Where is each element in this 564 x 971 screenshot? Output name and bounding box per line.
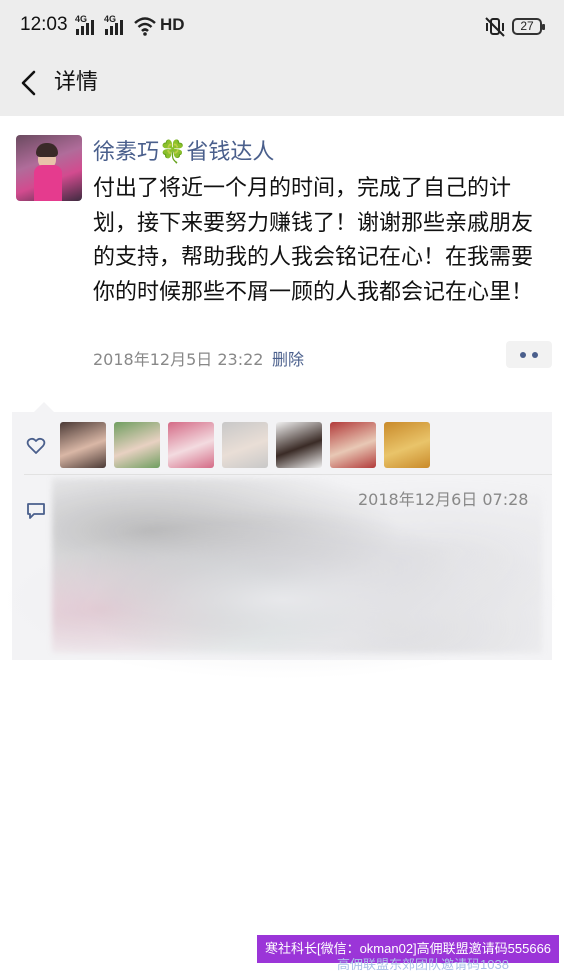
status-time: 12:03 (20, 14, 68, 35)
nav-bar: 详情 (0, 54, 564, 116)
post-username[interactable]: 徐素巧🍀省钱达人 (93, 134, 274, 166)
vibrate-mute-icon (485, 17, 505, 37)
divider (24, 474, 552, 475)
delete-button[interactable]: 删除 (272, 346, 304, 370)
back-arrow-icon[interactable] (16, 68, 46, 98)
liker-avatar[interactable] (276, 422, 322, 468)
battery-icon: 27 (512, 18, 545, 35)
signal-bars-icon (105, 20, 123, 35)
comment-timestamp: 2018年12月6日 07:28 (358, 490, 529, 509)
dot-icon (532, 352, 538, 358)
watermark-banner-secondary: 高佣联盟东郊团队邀请码1038 (337, 958, 509, 971)
page-title: 详情 (54, 70, 99, 95)
avatar[interactable] (16, 135, 82, 201)
liker-avatar[interactable] (114, 422, 160, 468)
heart-icon (26, 437, 46, 454)
hd-indicator: HD (160, 15, 185, 34)
post-timestamp: 2018年12月5日 23:22 (93, 350, 264, 369)
post-content: 付出了将近一个月的时间，完成了自己的计划，接下来要努力赚钱了！谢谢那些亲戚朋友的… (93, 176, 534, 305)
liker-avatar[interactable] (168, 422, 214, 468)
more-options-button[interactable] (506, 341, 552, 368)
comment-icon (27, 503, 45, 519)
dot-icon (520, 352, 526, 358)
liker-avatar[interactable] (222, 422, 268, 468)
liker-avatar[interactable] (384, 422, 430, 468)
status-bar: 12:03 4G 4G HD 27 (0, 0, 564, 54)
signal-bars-icon (76, 20, 94, 35)
liker-avatar[interactable] (330, 422, 376, 468)
liker-avatar[interactable] (60, 422, 106, 468)
wifi-icon (134, 17, 156, 36)
blur-overlay (0, 520, 564, 680)
